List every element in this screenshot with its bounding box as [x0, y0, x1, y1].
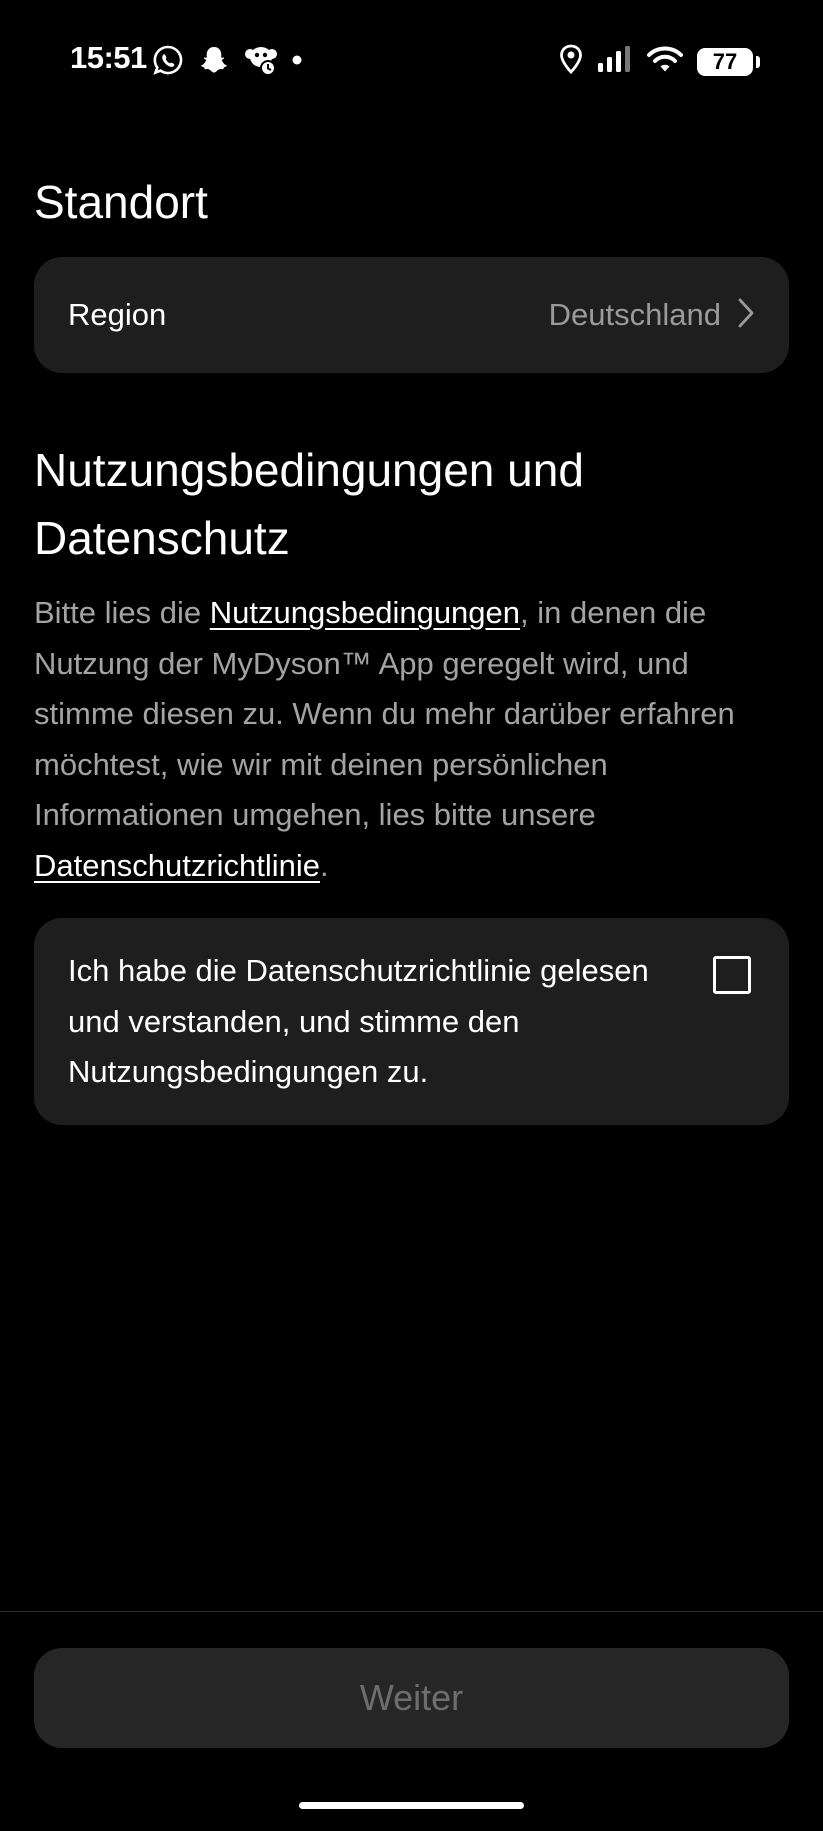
location-icon: [559, 44, 583, 79]
region-value-group: Deutschland: [549, 297, 755, 334]
chevron-right-icon: [737, 297, 755, 334]
battery-icon: 77: [697, 47, 760, 76]
footer-divider: [0, 1611, 823, 1612]
home-indicator[interactable]: [299, 1802, 524, 1809]
dot-icon: [292, 55, 302, 65]
status-bar: 15:51 77: [0, 0, 823, 120]
consent-card[interactable]: Ich habe die Datenschutzrichtlinie geles…: [34, 918, 789, 1125]
status-right-icons: 77: [559, 44, 760, 79]
wifi-icon: [647, 45, 683, 78]
status-time: 15:51: [70, 40, 147, 75]
terms-text-prefix: Bitte lies die: [34, 595, 210, 630]
snapchat-icon: [198, 44, 230, 76]
monkey-app-icon: [244, 44, 278, 76]
location-title: Standort: [34, 176, 208, 228]
region-label: Region: [68, 297, 167, 332]
region-value: Deutschland: [548, 297, 721, 332]
consent-checkbox[interactable]: [713, 956, 751, 994]
consent-label: Ich habe die Datenschutzrichtlinie geles…: [68, 953, 649, 1089]
whatsapp-icon: [152, 44, 184, 76]
terms-text-suffix: .: [320, 847, 329, 883]
region-row[interactable]: Region Deutschland: [34, 257, 789, 373]
terms-text-middle: , in denen die Nutzung der MyDyson™ App …: [34, 595, 735, 832]
continue-button[interactable]: Weiter: [34, 1648, 789, 1748]
privacy-policy-link[interactable]: Datenschutzrichtlinie: [34, 848, 320, 883]
signal-icon: [597, 45, 633, 78]
terms-link[interactable]: Nutzungsbedingungen: [210, 595, 520, 630]
terms-description: Bitte lies die Nutzungsbedingungen, in d…: [34, 588, 794, 891]
terms-title: Nutzungsbedingungen und Datenschutz: [34, 444, 584, 564]
status-left-icons: [152, 44, 302, 76]
